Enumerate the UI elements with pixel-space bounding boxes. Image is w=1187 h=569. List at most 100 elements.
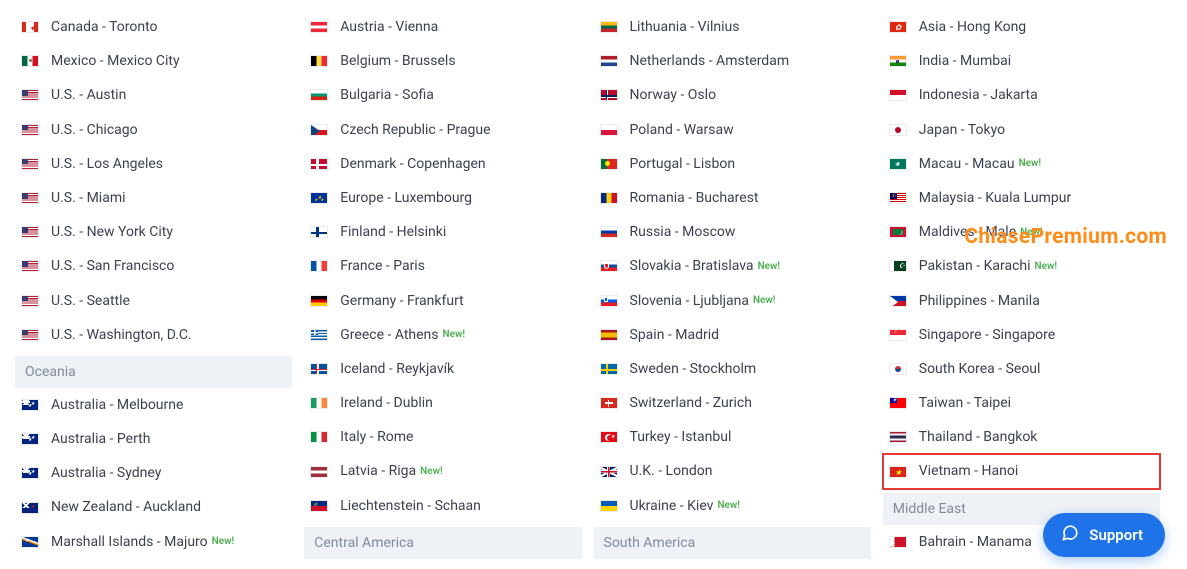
location-item[interactable]: Norway - Oslo xyxy=(594,78,871,112)
location-item[interactable]: U.S. - Seattle xyxy=(15,284,292,318)
location-item[interactable]: Czech Republic - Prague xyxy=(304,113,581,147)
location-item[interactable]: ★Turkey - Istanbul xyxy=(594,420,871,454)
location-item[interactable]: Italy - Rome xyxy=(304,420,581,454)
location-item[interactable]: France - Paris xyxy=(304,249,581,283)
location-item[interactable]: Slovakia - BratislavaNew! xyxy=(594,249,871,283)
location-item[interactable]: Denmark - Copenhagen xyxy=(304,147,581,181)
flag-icon xyxy=(310,260,328,272)
location-item[interactable]: Romania - Bucharest xyxy=(594,181,871,215)
location-item[interactable]: Greece - AthensNew! xyxy=(304,318,581,352)
flag-icon xyxy=(310,295,328,307)
location-label: Maldives - Male xyxy=(919,223,1016,241)
support-button[interactable]: Support xyxy=(1043,513,1165,557)
location-label: U.S. - Austin xyxy=(51,86,126,104)
flag-icon xyxy=(889,55,907,67)
location-item[interactable]: ✶Marshall Islands - MajuroNew! xyxy=(15,525,292,559)
flag-icon xyxy=(310,55,328,67)
location-item[interactable]: U.S. - Washington, D.C. xyxy=(15,318,292,352)
flag-icon xyxy=(310,431,328,443)
flag-icon xyxy=(310,124,328,136)
location-item[interactable]: Sweden - Stockholm xyxy=(594,352,871,386)
location-item[interactable]: U.S. - Chicago xyxy=(15,113,292,147)
location-item[interactable]: ☽Maldives - MaleNew! xyxy=(883,215,1160,249)
location-label: South Korea - Seoul xyxy=(919,360,1041,378)
location-label: Norway - Oslo xyxy=(630,86,717,104)
location-item[interactable]: Mexico - Mexico City xyxy=(15,44,292,78)
location-item[interactable]: Thailand - Bangkok xyxy=(883,420,1160,454)
location-item[interactable]: Poland - Warsaw xyxy=(594,113,871,147)
location-item[interactable]: ★★Australia - Melbourne xyxy=(15,388,292,422)
location-item[interactable]: U.S. - San Francisco xyxy=(15,249,292,283)
location-column: ✦Canada - TorontoMexico - Mexico City U.S… xyxy=(15,10,304,559)
flag-icon: ☀ xyxy=(889,397,907,409)
location-item[interactable]: Philippines - Manila xyxy=(883,284,1160,318)
region-header-central_america: Central America xyxy=(304,527,581,559)
location-label: Portugal - Lisbon xyxy=(630,155,736,173)
location-item[interactable]: ✦Canada - Toronto xyxy=(15,10,292,44)
location-label: India - Mumbai xyxy=(919,52,1011,70)
location-item[interactable]: ☪Pakistan - KarachiNew! xyxy=(883,249,1160,283)
location-item[interactable]: ❀Macau - MacauNew! xyxy=(883,147,1160,181)
location-item[interactable]: ☽Singapore - Singapore xyxy=(883,318,1160,352)
location-item[interactable]: ★★★Europe - Luxembourg xyxy=(304,181,581,215)
flag-icon: ★ xyxy=(600,431,618,443)
location-label: Ukraine - Kiev xyxy=(630,497,714,515)
flag-icon xyxy=(21,295,39,307)
location-item[interactable]: Ireland - Dublin xyxy=(304,386,581,420)
location-item[interactable]: ★Vietnam - Hanoi xyxy=(883,454,1160,488)
location-label: U.S. - Washington, D.C. xyxy=(51,326,192,344)
location-item[interactable]: U.S. - Austin xyxy=(15,78,292,112)
location-item[interactable]: U.S. - New York City xyxy=(15,215,292,249)
location-label: Thailand - Bangkok xyxy=(919,428,1038,446)
location-item[interactable]: Latvia - RigaNew! xyxy=(304,454,581,488)
location-item[interactable]: ★★Australia - Perth xyxy=(15,422,292,456)
location-item[interactable]: South Korea - Seoul xyxy=(883,352,1160,386)
location-item[interactable]: ★★Australia - Sydney xyxy=(15,456,292,490)
location-label: Taiwan - Taipei xyxy=(919,394,1011,412)
new-badge: New! xyxy=(1035,260,1058,273)
location-label: U.S. - Miami xyxy=(51,189,126,207)
location-label: Romania - Bucharest xyxy=(630,189,759,207)
location-item[interactable]: U.K. - London xyxy=(594,454,871,488)
location-label: Australia - Perth xyxy=(51,430,150,448)
location-item[interactable]: U.S. - Los Angeles xyxy=(15,147,292,181)
location-item[interactable]: ☪Malaysia - Kuala Lumpur xyxy=(883,181,1160,215)
location-item[interactable]: Indonesia - Jakarta xyxy=(883,78,1160,112)
location-item[interactable]: Iceland - Reykjavík xyxy=(304,352,581,386)
flag-icon: ♔ xyxy=(310,500,328,512)
flag-icon: ☽ xyxy=(889,329,907,341)
location-item[interactable]: Austria - Vienna xyxy=(304,10,581,44)
flag-icon xyxy=(600,500,618,512)
flag-icon xyxy=(21,158,39,170)
location-item[interactable]: Portugal - Lisbon xyxy=(594,147,871,181)
location-column: Lithuania - VilniusNetherlands - Amsterd… xyxy=(594,10,883,559)
location-label: Indonesia - Jakarta xyxy=(919,86,1038,104)
location-label: Ireland - Dublin xyxy=(340,394,433,412)
location-item[interactable]: India - Mumbai xyxy=(883,44,1160,78)
location-item[interactable]: Lithuania - Vilnius xyxy=(594,10,871,44)
region-header-oceania: Oceania xyxy=(15,356,292,388)
location-item[interactable]: ☀ Taiwan - Taipei xyxy=(883,386,1160,420)
location-item[interactable]: ✿Asia - Hong Kong xyxy=(883,10,1160,44)
new-badge: New! xyxy=(1019,157,1042,170)
location-item[interactable]: ★New Zealand - Auckland xyxy=(15,490,292,524)
location-item[interactable]: Germany - Frankfurt xyxy=(304,284,581,318)
location-item[interactable]: Switzerland - Zurich xyxy=(594,386,871,420)
location-item[interactable]: Bulgaria - Sofia xyxy=(304,78,581,112)
location-item[interactable]: Japan - Tokyo xyxy=(883,113,1160,147)
flag-icon xyxy=(889,363,907,375)
flag-icon: ✶ xyxy=(21,536,39,548)
location-item[interactable]: Netherlands - Amsterdam xyxy=(594,44,871,78)
location-item[interactable]: U.S. - Miami xyxy=(15,181,292,215)
location-label: Finland - Helsinki xyxy=(340,223,446,241)
flag-icon xyxy=(21,226,39,238)
flag-icon: ☽ xyxy=(889,226,907,238)
flag-icon xyxy=(600,363,618,375)
location-item[interactable]: Spain - Madrid xyxy=(594,318,871,352)
location-item[interactable]: Russia - Moscow xyxy=(594,215,871,249)
location-item[interactable]: Slovenia - LjubljanaNew! xyxy=(594,284,871,318)
location-item[interactable]: Belgium - Brussels xyxy=(304,44,581,78)
flag-icon xyxy=(600,158,618,170)
location-item[interactable]: Finland - Helsinki xyxy=(304,215,581,249)
flag-icon: ★★ xyxy=(21,399,39,411)
